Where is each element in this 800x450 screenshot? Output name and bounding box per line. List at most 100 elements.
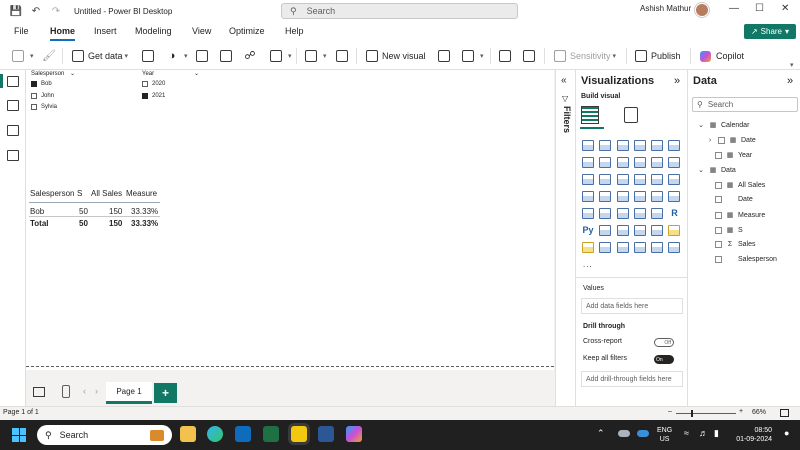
drill-through-drop-zone[interactable]: Add drill-through fields here xyxy=(581,371,683,387)
paginated-report-icon[interactable] xyxy=(582,242,594,253)
sensitivity-button[interactable]: Sensitivity ▾ xyxy=(554,49,616,63)
checkbox[interactable] xyxy=(31,81,37,87)
onedrive-icon[interactable] xyxy=(637,430,649,437)
dataverse-button[interactable]: ☍ xyxy=(244,49,260,63)
tab-file[interactable]: File xyxy=(14,26,29,36)
wifi-icon[interactable]: ≈ xyxy=(684,429,689,438)
filled-map-icon[interactable] xyxy=(616,191,629,202)
tab-help[interactable]: Help xyxy=(285,26,304,36)
values-drop-zone[interactable]: Add data fields here xyxy=(581,298,683,314)
chevron-right-icon[interactable]: › xyxy=(95,386,98,396)
power-automate-icon[interactable] xyxy=(616,242,629,253)
chevron-double-left-icon[interactable]: « xyxy=(561,75,567,86)
matrix-icon[interactable] xyxy=(651,208,664,219)
qa-visual-icon[interactable] xyxy=(633,225,646,236)
area-chart-icon[interactable] xyxy=(599,157,612,168)
file-explorer-icon[interactable] xyxy=(180,426,196,442)
enter-data-button[interactable] xyxy=(220,49,236,63)
chevron-double-right-icon[interactable]: » xyxy=(787,75,793,87)
kpi-icon[interactable] xyxy=(599,208,612,219)
checkbox[interactable] xyxy=(31,93,37,99)
checkbox[interactable] xyxy=(715,211,722,219)
tab-home[interactable]: Home xyxy=(50,26,76,41)
chevron-down-icon[interactable]: ⌄ xyxy=(70,70,75,77)
format-painter-button[interactable]: 🖌 xyxy=(42,49,58,63)
100-stacked-column-chart-icon[interactable] xyxy=(668,140,681,151)
recent-sources-button[interactable]: ▾ xyxy=(270,49,292,63)
onelake-button[interactable]: ◑ ▾ xyxy=(166,49,188,63)
chevron-double-right-icon[interactable]: » xyxy=(674,75,680,87)
filters-label[interactable]: Filters xyxy=(562,106,572,133)
zoom-in-icon[interactable]: + xyxy=(739,408,743,415)
table-data[interactable]: ⌄ ▦ Data xyxy=(697,166,736,175)
text-box-button[interactable] xyxy=(438,49,454,63)
slicer-item[interactable]: Sylvia xyxy=(31,104,57,110)
checkbox[interactable] xyxy=(715,151,722,159)
key-influencers-icon[interactable] xyxy=(599,225,612,236)
chevron-right-icon[interactable]: › xyxy=(706,137,714,144)
donut-chart-icon[interactable] xyxy=(668,174,681,185)
checkbox[interactable] xyxy=(715,181,722,189)
gauge-icon[interactable] xyxy=(651,191,664,202)
taskbar-search[interactable]: ⚲ Search xyxy=(37,425,172,445)
chevron-left-icon[interactable]: ‹ xyxy=(83,386,86,396)
field-item[interactable]: ▦ Year xyxy=(715,151,752,159)
field-item[interactable]: ▦ All Sales xyxy=(715,181,765,189)
slicer-item[interactable]: John xyxy=(31,93,54,99)
minimize-icon[interactable]: — xyxy=(729,3,739,14)
power-apps-icon[interactable] xyxy=(599,242,612,253)
undo-icon[interactable]: ↶ xyxy=(28,3,44,19)
word-icon[interactable] xyxy=(318,426,334,442)
field-item[interactable]: Date xyxy=(715,196,753,203)
zoom-slider[interactable] xyxy=(676,413,736,414)
close-icon[interactable]: ✕ xyxy=(781,3,789,14)
chevron-up-icon[interactable]: ⌃ xyxy=(597,429,605,438)
clock[interactable]: 08:50 01-09-2024 xyxy=(732,426,772,444)
goals-icon[interactable] xyxy=(668,225,681,236)
dax-query-view-icon[interactable] xyxy=(7,150,19,161)
checkbox[interactable] xyxy=(715,196,722,203)
field-item[interactable]: Σ Sales xyxy=(715,241,756,248)
azure-map-icon[interactable] xyxy=(633,191,646,202)
outlook-icon[interactable] xyxy=(235,426,251,442)
add-page-button[interactable]: + xyxy=(154,383,177,403)
refresh-button[interactable] xyxy=(336,49,352,63)
table-header-s[interactable]: S xyxy=(77,189,82,198)
zoom-out-icon[interactable]: – xyxy=(668,408,672,415)
clustered-column-chart-icon[interactable] xyxy=(633,140,646,151)
python-visual-icon[interactable]: Py xyxy=(582,225,594,236)
sql-server-button[interactable] xyxy=(196,49,212,63)
slicer-item[interactable]: 2021 xyxy=(142,93,165,99)
model-view-icon[interactable] xyxy=(7,125,19,136)
transform-data-button[interactable]: ▾ xyxy=(305,49,327,63)
field-item[interactable]: ▦ S xyxy=(715,226,743,234)
checkbox[interactable] xyxy=(31,104,37,110)
get-more-visuals-icon[interactable]: ... xyxy=(583,260,593,269)
checkbox[interactable] xyxy=(142,93,148,99)
chevron-down-icon[interactable]: ⌄ xyxy=(697,166,705,174)
tab-insert[interactable]: Insert xyxy=(94,26,117,36)
zoom-slider-thumb[interactable] xyxy=(691,410,693,417)
smart-narrative-icon[interactable] xyxy=(651,225,664,236)
data-search-input[interactable]: ⚲ Search xyxy=(692,97,798,112)
chevron-down-icon[interactable]: ⌄ xyxy=(194,70,199,77)
treemap-icon[interactable] xyxy=(582,191,594,202)
100-stacked-area-chart-icon[interactable] xyxy=(633,157,646,168)
share-button[interactable]: ↗ Share ▾ xyxy=(744,24,796,39)
slicer-item[interactable]: Bob xyxy=(31,81,52,87)
table-view-icon[interactable] xyxy=(7,100,19,111)
card-icon[interactable] xyxy=(668,191,681,202)
power-bi-icon[interactable] xyxy=(291,426,307,442)
mobile-layout-icon[interactable] xyxy=(62,385,70,398)
maximize-icon[interactable]: ☐ xyxy=(755,3,764,14)
field-item[interactable]: Salesperson xyxy=(715,256,777,263)
line-clustered-column-chart-icon[interactable] xyxy=(668,157,681,168)
report-view-icon[interactable] xyxy=(7,76,19,87)
100-stacked-bar-chart-icon[interactable] xyxy=(651,140,664,151)
table-header-all-sales[interactable]: All Sales xyxy=(91,189,122,198)
get-data-button[interactable]: Get data ▾ xyxy=(72,49,128,63)
checkbox[interactable] xyxy=(715,226,722,234)
checkbox[interactable] xyxy=(718,136,725,144)
language-indicator[interactable]: ENG US xyxy=(657,426,672,444)
table-calendar[interactable]: ⌄ ▦ Calendar xyxy=(697,121,749,130)
